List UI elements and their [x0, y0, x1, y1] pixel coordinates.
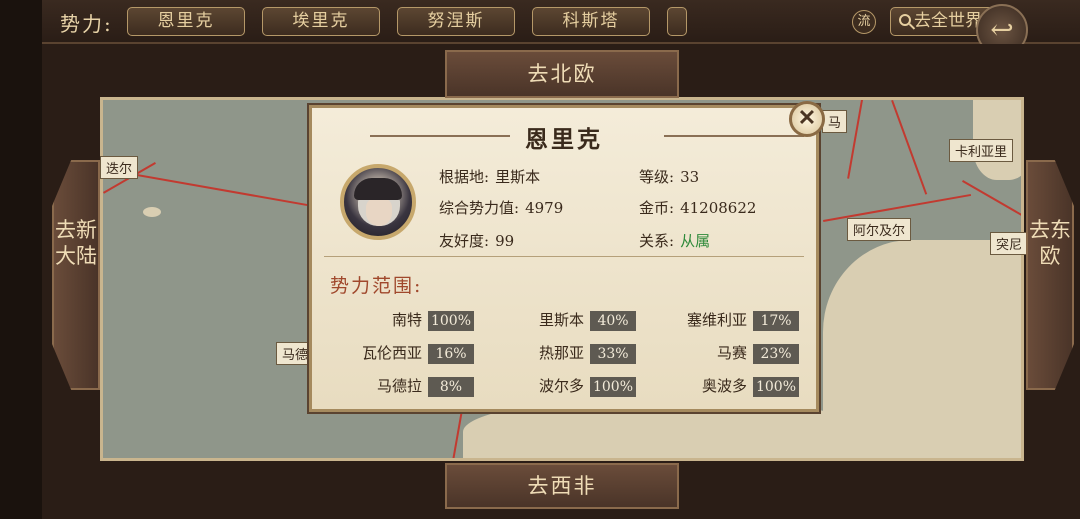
land-islet [143, 207, 161, 217]
map-label-port[interactable]: 迭尔 [100, 156, 139, 179]
city-percent: 23% [753, 344, 799, 364]
faction-label: 势力: [60, 12, 113, 36]
close-icon: ✕ [797, 105, 817, 131]
city-influence-row: 热那亚 33% [474, 342, 636, 364]
dialog-title: 恩里克 [525, 126, 603, 153]
tab-faction-4[interactable]: 科斯塔 [532, 7, 650, 36]
map-label-port[interactable]: 突尼 [990, 232, 1029, 255]
city-name: 里斯本 [538, 311, 584, 329]
city-influence-row: 瓦伦西亚 16% [312, 342, 474, 364]
dialog-divider [324, 256, 804, 257]
go-east-europe-button[interactable]: 去东欧 [1026, 160, 1074, 390]
relation-value: 从属 [680, 232, 711, 250]
route-line [962, 180, 1021, 222]
city-percent: 40% [590, 311, 636, 331]
relation-info: 关系: 从属 [639, 230, 710, 251]
city-name: 塞维利亚 [686, 311, 747, 329]
map-label-port[interactable]: 马 [822, 110, 848, 133]
power-info: 综合势力值: 4979 [439, 197, 563, 218]
city-percent: 100% [590, 377, 636, 397]
city-name: 马德拉 [376, 377, 422, 395]
tab-faction-1[interactable]: 恩里克 [127, 7, 245, 36]
city-percent: 33% [590, 344, 636, 364]
city-name: 瓦伦西亚 [361, 344, 422, 362]
go-north-europe-button[interactable]: 去北欧 [445, 50, 679, 98]
top-bar: 势力: 恩里克 埃里克 努涅斯 科斯塔 流 去全世界 [42, 0, 1080, 44]
city-influence-row: 塞维利亚 17% [637, 309, 799, 331]
base-info: 根据地: 里斯本 [439, 166, 540, 187]
city-percent: 100% [753, 377, 799, 397]
city-name: 奥波多 [701, 377, 747, 395]
relation-label: 关系: [639, 232, 675, 250]
leader-avatar[interactable] [340, 164, 416, 240]
map-label-port[interactable]: 卡利亚里 [949, 139, 1014, 162]
level-info: 等级: 33 [639, 166, 699, 187]
left-edge-strip [0, 0, 42, 519]
city-influence-row: 奥波多 100% [637, 375, 799, 397]
flow-button[interactable]: 流 [852, 10, 876, 34]
city-name: 南特 [391, 311, 422, 329]
city-percent: 17% [753, 311, 799, 331]
city-name: 热那亚 [538, 344, 584, 362]
friendship-label: 友好度: [439, 232, 490, 250]
route-line [450, 409, 463, 458]
avatar-hat [354, 178, 402, 200]
friendship-info: 友好度: 99 [439, 230, 514, 251]
avatar-face [366, 198, 392, 226]
map-label-port[interactable]: 阿尔及尔 [847, 218, 912, 241]
city-percent: 100% [428, 311, 474, 331]
city-influence-row: 波尔多 100% [474, 375, 636, 397]
close-button[interactable]: ✕ [789, 101, 825, 137]
route-line [891, 100, 928, 195]
city-influence-row: 马赛 23% [637, 342, 799, 364]
gold-info: 金币: 41208622 [639, 197, 756, 218]
power-value: 4979 [525, 199, 564, 217]
friendship-value: 99 [495, 232, 515, 250]
city-percent: 8% [428, 377, 474, 397]
level-label: 等级: [639, 168, 675, 186]
faction-info-dialog: 恩里克 根据地: 里斯本 等级: 33 综合势力值: 4979 金币: 41208622… [309, 105, 819, 412]
go-new-world-button[interactable]: 去新大陆 [52, 160, 100, 390]
route-line [847, 100, 863, 179]
city-influence-row: 里斯本 40% [474, 309, 636, 331]
influence-range-title: 势力范围: [330, 275, 423, 297]
go-west-africa-button[interactable]: 去西非 [445, 463, 679, 509]
back-arrow-icon: ↩ [990, 13, 1014, 46]
base-label: 根据地: [439, 168, 490, 186]
level-value: 33 [680, 168, 700, 186]
city-name: 波尔多 [538, 377, 584, 395]
search-icon [899, 14, 911, 26]
city-influence-row: 南特 100% [312, 309, 474, 331]
gold-label: 金币: [639, 199, 675, 217]
gold-value: 41208622 [680, 199, 757, 217]
city-percent: 16% [428, 344, 474, 364]
base-value: 里斯本 [495, 168, 541, 186]
tab-faction-5-partial[interactable] [667, 7, 687, 36]
go-world-label: 去全世界 [914, 11, 982, 31]
city-name: 马赛 [716, 344, 747, 362]
city-influence-row: 马德拉 8% [312, 375, 474, 397]
tab-faction-3[interactable]: 努涅斯 [397, 7, 515, 36]
power-label: 综合势力值: [439, 199, 520, 217]
tab-faction-2[interactable]: 埃里克 [262, 7, 380, 36]
